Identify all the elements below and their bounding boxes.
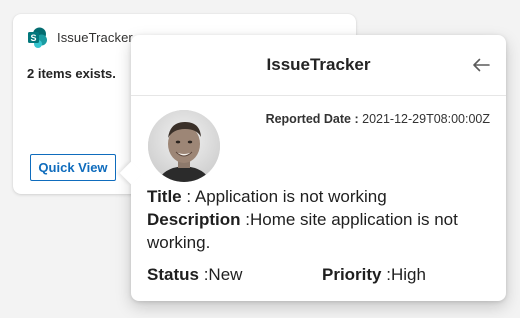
- priority-label: Priority: [322, 265, 382, 284]
- reported-date-value: 2021-12-29T08:00:00Z: [362, 112, 490, 126]
- status-label: Status: [147, 265, 199, 284]
- priority-value: :High: [381, 265, 426, 284]
- description-label: Description: [147, 210, 241, 229]
- issue-status: Status :New: [147, 265, 242, 285]
- svg-text:S: S: [30, 33, 36, 43]
- card-header: S IssueTracker: [27, 27, 133, 48]
- issue-details: Title : Application is not working Descr…: [147, 185, 492, 254]
- panel-header: IssueTracker: [131, 35, 506, 96]
- issue-description: Description :Home site application is no…: [147, 208, 492, 254]
- panel-title: IssueTracker: [266, 55, 371, 74]
- reported-date-label: Reported Date :: [265, 112, 359, 126]
- status-value: :New: [198, 265, 243, 284]
- title-value: : Application is not working: [181, 187, 387, 206]
- quick-view-panel: IssueTracker Reported Date: 2021-12-29T…: [119, 35, 506, 301]
- items-count-message: 2 items exists.: [27, 66, 116, 81]
- back-arrow-icon[interactable]: [470, 54, 492, 76]
- avatar: [148, 110, 220, 182]
- issue-title: Title : Application is not working: [147, 185, 492, 208]
- stage: S IssueTracker 2 items exists. Quick Vie…: [0, 0, 520, 318]
- reported-date: Reported Date : 2021-12-29T08:00:00Z: [266, 112, 490, 126]
- sharepoint-icon: S: [27, 27, 48, 48]
- app-name: IssueTracker: [57, 30, 133, 45]
- title-label: Title: [147, 187, 182, 206]
- issue-priority: Priority :High: [322, 265, 426, 285]
- quick-view-button[interactable]: Quick View: [30, 154, 116, 181]
